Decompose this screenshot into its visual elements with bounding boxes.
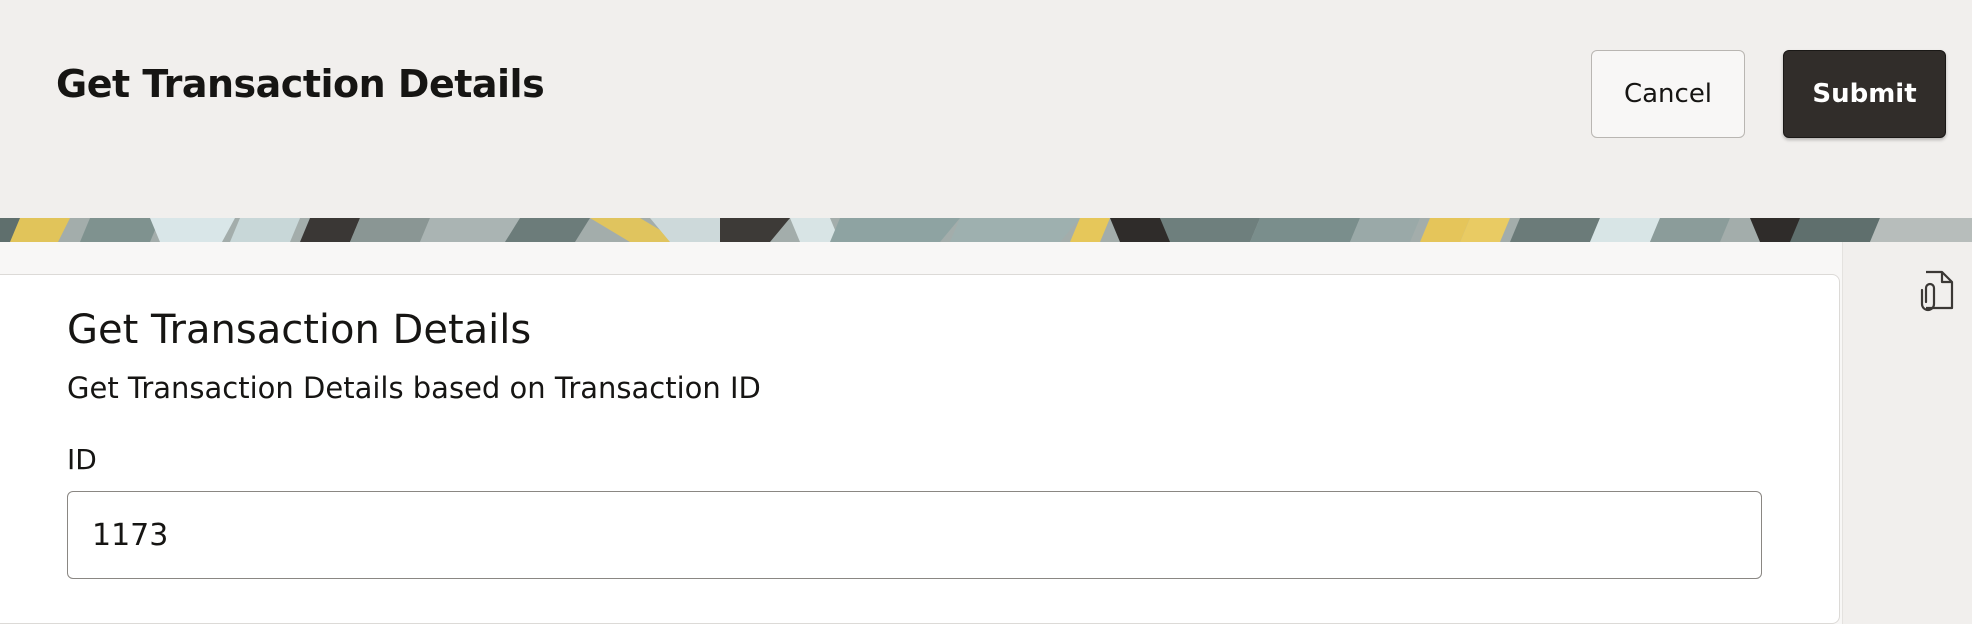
card-title: Get Transaction Details [67, 307, 532, 353]
content-area: Get Transaction Details Get Transaction … [0, 242, 1842, 624]
id-field-label: ID [67, 443, 97, 476]
attachment-document-icon[interactable] [1912, 268, 1956, 312]
page-header: Get Transaction Details Cancel Submit [0, 0, 1972, 218]
banner-pattern [0, 218, 1972, 242]
cancel-button[interactable]: Cancel [1591, 50, 1745, 138]
decorative-banner [0, 218, 1972, 242]
submit-button[interactable]: Submit [1783, 50, 1946, 138]
form-card: Get Transaction Details Get Transaction … [0, 274, 1840, 624]
attachment-document-icon-svg [1920, 270, 1954, 312]
card-subtitle: Get Transaction Details based on Transac… [67, 371, 761, 405]
page-title: Get Transaction Details [56, 62, 545, 106]
id-input[interactable] [67, 491, 1762, 579]
